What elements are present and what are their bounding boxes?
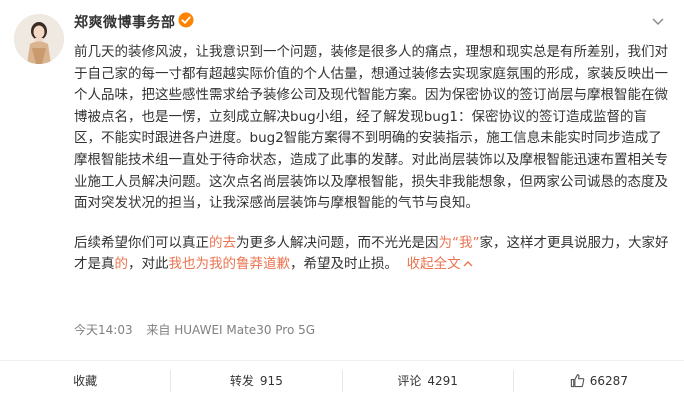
- highlighted-text: “我”: [452, 234, 480, 251]
- post-time[interactable]: 今天14:03: [74, 323, 133, 337]
- post-text: ，对此: [128, 256, 169, 273]
- post-text: 后续希望你们可以真正: [74, 234, 209, 251]
- chevron-up-icon: [463, 261, 473, 267]
- highlighted-text: 的去: [209, 234, 236, 251]
- weibo-post-card: 郑爽微博事务部 前几天的装修风波，让我意识到一个问题，装修是很多人的痛点，理想和…: [0, 0, 684, 399]
- collapse-full-text-link[interactable]: 收起全文: [407, 256, 473, 272]
- post-content: 前几天的装修风波，让我意识到一个问题，装修是很多人的痛点，理想和现实总是有所差别…: [74, 42, 670, 276]
- post-source: 来自 HUAWEI Mate30 Pro 5G: [146, 323, 316, 337]
- like-count: 66287: [589, 373, 628, 388]
- verified-badge-icon: [178, 12, 194, 28]
- comment-label: 评论: [397, 374, 422, 388]
- highlighted-text: 的: [114, 256, 129, 273]
- repost-count: 915: [259, 373, 283, 388]
- comment-count: 4291: [427, 373, 458, 388]
- post-meta: 今天14:03 来自 HUAWEI Mate30 Pro 5G: [74, 321, 325, 338]
- post-paragraph-2: 后续希望你们可以真正的去为更多人解决问题，而不光光是因为“我”家，这样才更具说服…: [74, 233, 670, 276]
- avatar[interactable]: [14, 14, 64, 64]
- comment-button[interactable]: 评论 4291: [341, 369, 513, 392]
- chevron-down-icon[interactable]: [648, 14, 668, 30]
- thumbs-up-icon: [570, 374, 585, 388]
- author-name[interactable]: 郑爽微博事务部: [74, 12, 176, 32]
- like-button[interactable]: 66287: [512, 369, 684, 392]
- post-paragraph-1: 前几天的装修风波，让我意识到一个问题，装修是很多人的痛点，理想和现实总是有所差别…: [74, 44, 668, 212]
- favorite-label: 收藏: [73, 374, 98, 388]
- highlighted-text: 为: [438, 234, 453, 251]
- repost-label: 转发: [229, 374, 254, 388]
- collapse-label: 收起全文: [406, 256, 461, 273]
- post-text: ，希望及时止损。: [290, 256, 398, 273]
- repost-button[interactable]: 转发 915: [170, 369, 341, 392]
- avatar-image: [14, 14, 64, 64]
- post-text: 为更多人解决问题，而不光光是因: [236, 234, 439, 251]
- action-bar: 收藏 转发 915 评论 4291 66287: [0, 360, 684, 400]
- favorite-button[interactable]: 收藏: [0, 370, 170, 392]
- highlighted-text: 我也为我的鲁莽道歉: [168, 256, 291, 273]
